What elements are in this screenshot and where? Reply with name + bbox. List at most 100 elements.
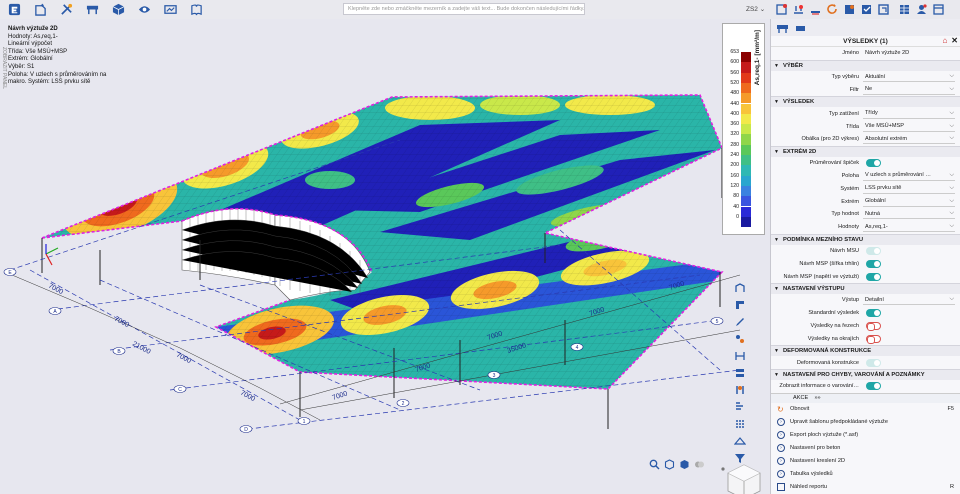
eye-icon[interactable] <box>137 3 151 17</box>
section-header[interactable]: ▼ VÝSLEDEK <box>771 96 960 108</box>
results-icon[interactable] <box>163 3 177 17</box>
layout-icon[interactable] <box>933 4 944 15</box>
section-header[interactable]: ▼ NASTAVENÍ VÝSTUPU <box>771 282 960 294</box>
dropdown-value: Aktuální <box>865 73 886 80</box>
properties-panel: VÝSLEDKY (1) ⌂ ✕ Jméno Návrh výztuže 2D … <box>770 19 960 494</box>
name-value[interactable]: Návrh výztuže 2D <box>863 48 955 58</box>
table-icon[interactable] <box>899 4 910 15</box>
user-icon[interactable] <box>916 4 927 15</box>
view-cube-icon[interactable] <box>720 459 768 494</box>
toggle-switch[interactable] <box>866 246 881 255</box>
svg-text:D: D <box>244 427 248 433</box>
actions-header[interactable]: AKCE »» <box>771 392 960 403</box>
property-label: Třída <box>845 123 859 130</box>
check-icon[interactable] <box>861 4 872 15</box>
collapse-icon[interactable]: ⌂ <box>942 36 947 45</box>
dimension-icon[interactable] <box>733 349 747 363</box>
toggle-switch[interactable] <box>866 159 881 168</box>
render-icon[interactable] <box>678 458 691 471</box>
toggle-switch[interactable] <box>866 358 881 367</box>
toggle-switch[interactable] <box>866 259 881 268</box>
structure-icon[interactable] <box>85 3 99 17</box>
svg-text:1: 1 <box>303 419 306 425</box>
property-row: Hodnoty As,req,1- ⌵ <box>771 221 960 234</box>
model-viewport[interactable]: 7000 7000 21000 7000 7000 7000 7000 3500… <box>0 19 770 494</box>
chevron-down-icon: ⌵ <box>949 171 954 178</box>
property-dropdown[interactable]: LSS prvku sítě ⌵ <box>863 184 955 194</box>
legend-value: 0 <box>736 213 739 220</box>
action-item[interactable]: › Export ploch výztuže (*.asf) <box>771 429 960 442</box>
action-item[interactable]: › Tabulka výsledků <box>771 468 960 481</box>
section-header[interactable]: ▼ DEFORMOVANÁ KONSTRUKCE <box>771 345 960 357</box>
close-icon[interactable]: ✕ <box>951 36 958 45</box>
refresh-icon: ↻ <box>777 404 784 414</box>
command-line-input[interactable]: Klepněte zde nebo zmáčkněte mezerník a z… <box>343 3 585 15</box>
action-item[interactable]: › Upravit šablonu předpokládané výztuže <box>771 416 960 429</box>
toggle-switch[interactable] <box>866 272 881 281</box>
action-item[interactable]: › Nastavení kreslení 2D <box>771 455 960 468</box>
plane-icon[interactable] <box>733 434 747 448</box>
name-row: Jméno Návrh výztuže 2D <box>771 47 960 60</box>
view-box-icon[interactable] <box>111 3 125 17</box>
load-icon[interactable] <box>793 4 804 15</box>
grid-bubble-e: E <box>3 268 17 276</box>
property-dropdown[interactable]: Detailní ⌵ <box>863 295 955 306</box>
section-header[interactable]: ▼ VÝBĚR <box>771 59 960 71</box>
legend-swatch <box>741 144 751 155</box>
bars-icon[interactable] <box>733 400 747 414</box>
support-icon[interactable] <box>810 4 821 15</box>
action-label: Export ploch výztuže (*.asf) <box>790 432 859 439</box>
slab-model-3d[interactable]: 7000 7000 21000 7000 7000 7000 7000 3500… <box>0 19 770 494</box>
zoom-icon[interactable] <box>648 458 661 471</box>
section-header[interactable]: ▼ PODMÍNKA MEZNÍHO STAVU <box>771 233 960 245</box>
property-dropdown[interactable]: Globální ⌵ <box>863 197 955 207</box>
property-toggle-cell <box>863 381 955 391</box>
property-dropdown[interactable]: Vše MSÚ+MSP ⌵ <box>863 122 955 132</box>
collapse-triangle-icon: ▼ <box>774 371 779 378</box>
dim-label: 21000 <box>131 341 152 356</box>
export-icon[interactable] <box>878 4 889 15</box>
toggle-switch[interactable] <box>866 382 881 391</box>
section-header[interactable]: ▼ EXTRÉM 2D <box>771 145 960 157</box>
visibility-icon[interactable] <box>693 458 706 471</box>
toggle-switch[interactable] <box>866 309 881 318</box>
action-item[interactable]: Náhled reportu R <box>771 481 960 494</box>
property-dropdown[interactable]: As,req,1- ⌵ <box>863 222 955 233</box>
section-icon[interactable] <box>733 281 747 295</box>
grid-dots-icon[interactable] <box>733 417 747 431</box>
dropdown-value: V uzlech s průměrování … <box>865 172 931 179</box>
property-dropdown[interactable]: V uzlech s průměrování … ⌵ <box>863 171 955 181</box>
workspace-selector[interactable]: ZS2 ⌄ <box>746 5 765 13</box>
tab-properties[interactable] <box>775 22 789 34</box>
property-dropdown[interactable]: Třídy ⌵ <box>863 109 955 119</box>
property-dropdown[interactable]: Aktuální ⌵ <box>863 72 955 83</box>
new-icon[interactable] <box>33 3 47 17</box>
side-panel-label[interactable]: ZOBRAZIT PANEL <box>1 47 7 89</box>
property-dropdown[interactable]: Absolutní extrém ⌵ <box>863 134 955 145</box>
section-header[interactable]: ▼ NASTAVENÍ PRO CHYBY, VAROVÁNÍ A POZNÁMK… <box>771 368 960 380</box>
report-icon[interactable] <box>189 3 203 17</box>
node-icon[interactable] <box>733 332 747 346</box>
property-dropdown[interactable]: Ne ⌵ <box>863 85 955 95</box>
load-case-icon[interactable] <box>733 383 747 397</box>
action-item[interactable]: › Nastavení pro beton <box>771 442 960 455</box>
toggle-switch[interactable] <box>866 334 881 344</box>
action-label: Náhled reportu <box>790 484 828 491</box>
frame-icon[interactable] <box>776 4 787 15</box>
design-icon[interactable] <box>844 4 855 15</box>
legend-value: 480 <box>730 90 739 97</box>
chevron-down-icon: ⌵ <box>949 223 954 230</box>
tools-icon[interactable] <box>59 3 73 17</box>
tab-view[interactable] <box>793 22 807 34</box>
refresh-icon[interactable] <box>827 4 838 15</box>
property-dropdown[interactable]: Nutná ⌵ <box>863 209 955 220</box>
app-icon[interactable] <box>7 3 21 17</box>
toggle-switch[interactable] <box>866 321 881 331</box>
rotate-icon[interactable] <box>663 458 676 471</box>
property-label: Návrh MSP (napětí ve výztuži) <box>783 273 859 280</box>
edit-icon[interactable] <box>733 315 747 329</box>
action-item[interactable]: ↻ Obnovit F5 <box>771 403 960 416</box>
profile-icon[interactable] <box>733 298 747 312</box>
collapse-triangle-icon: ▼ <box>774 62 779 69</box>
layers-icon[interactable] <box>733 366 747 380</box>
